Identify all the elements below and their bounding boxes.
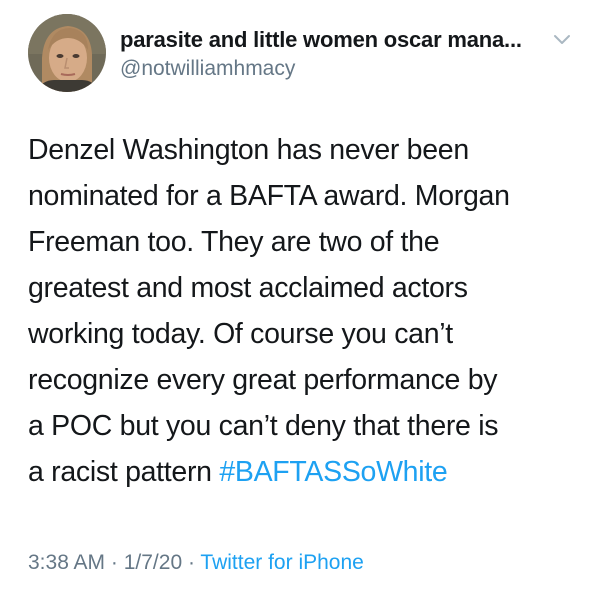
tweet-line: Freeman too. They are two of the	[28, 226, 440, 258]
chevron-down-icon[interactable]	[553, 32, 571, 46]
hashtag-link[interactable]: #BAFTASSoWhite	[219, 456, 447, 488]
tweet-line: Denzel Washington has never been	[28, 134, 469, 166]
tweet-text: Denzel Washington has never been nominat…	[28, 127, 573, 495]
tweet-time[interactable]: 3:38 AM	[28, 551, 105, 574]
tweet-last-line: a racist pattern #BAFTASSoWhite	[28, 449, 573, 495]
user-handle[interactable]: @notwilliamhmacy	[120, 57, 295, 81]
tweet-date[interactable]: 1/7/20	[124, 551, 182, 574]
tweet-card: parasite and little women oscar mana... …	[0, 0, 595, 594]
meta-separator: ·	[105, 551, 124, 574]
display-name[interactable]: parasite and little women oscar mana...	[120, 27, 522, 53]
avatar[interactable]	[28, 14, 106, 92]
tweet-line: a POC but you can’t deny that there is	[28, 410, 499, 442]
tweet-line: nominated for a BAFTA award. Morgan	[28, 180, 510, 212]
tweet-source-link[interactable]: Twitter for iPhone	[200, 551, 363, 574]
tweet-line-text: a racist pattern	[28, 456, 220, 488]
meta-separator: ·	[182, 551, 201, 574]
tweet-line: recognize every great performance by	[28, 364, 498, 396]
tweet-meta: 3:38 AM · 1/7/20 · Twitter for iPhone	[28, 551, 364, 575]
tweet-line: greatest and most acclaimed actors	[28, 272, 468, 304]
tweet-line: working today. Of course you can’t	[28, 318, 453, 350]
